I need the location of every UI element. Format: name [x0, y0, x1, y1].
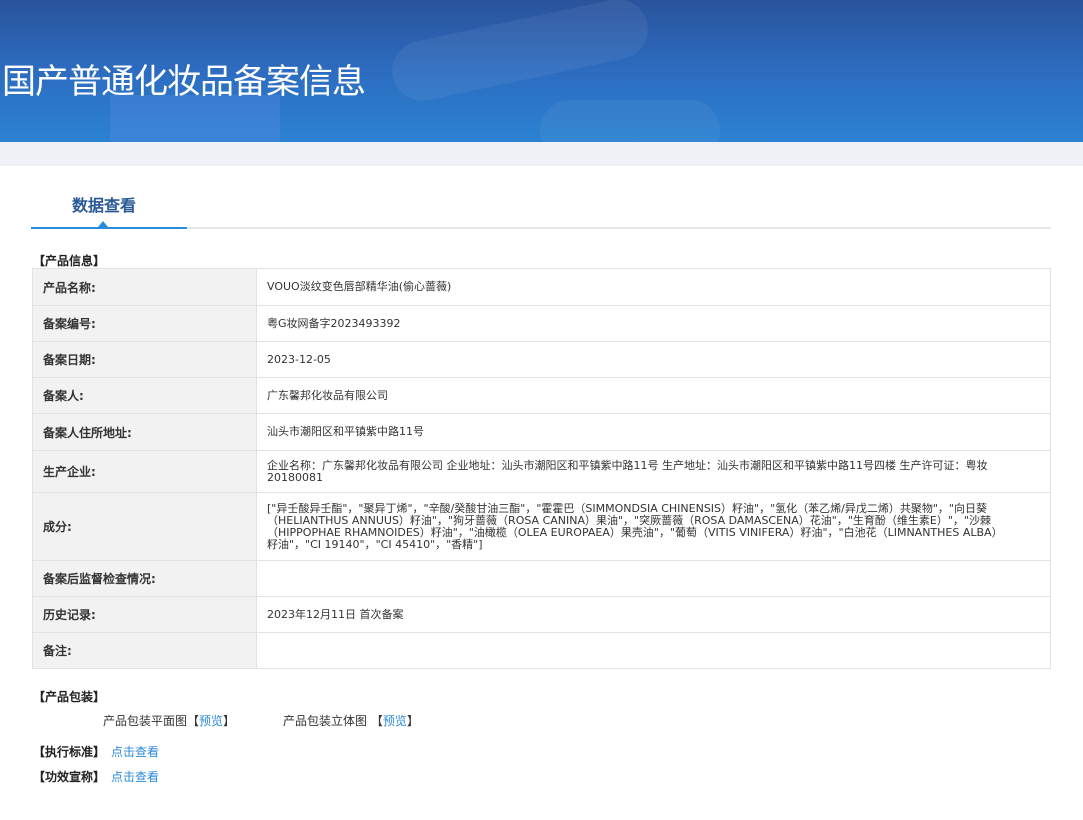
row-value: 汕头市潮阳区和平镇紫中路11号 [256, 413, 1051, 451]
row-value: VOUO淡纹变色唇部精华油(偷心蔷薇) [256, 268, 1051, 306]
row-label: 历史记录: [32, 596, 257, 633]
packaging-flat-label: 产品包装平面图 [103, 714, 188, 728]
product-info-table: 产品名称: VOUO淡纹变色唇部精华油(偷心蔷薇) 备案编号: 粤G妆网备字20234… [32, 268, 1051, 669]
table-row: 生产企业: 企业名称：广东馨邦化妆品有限公司 企业地址：汕头市潮阳区和平镇紫中路1… [32, 450, 1051, 493]
banner-decoration [386, 0, 654, 107]
page-title: 国产普通化妆品备案信息 [2, 62, 366, 102]
active-tab-indicator [31, 227, 187, 229]
row-value: 2023年12月11日 首次备案 [256, 596, 1051, 633]
efficacy-heading: 【功效宣称】 [33, 770, 106, 784]
bracket: 】 [223, 714, 236, 728]
bracket: 【 [187, 714, 200, 728]
standard-view-link[interactable]: 点击查看 [111, 743, 159, 760]
packaging-solid-label: 产品包装立体图 [283, 714, 368, 728]
row-label: 生产企业: [32, 450, 257, 493]
bracket: 【 [370, 714, 383, 728]
row-value: 企业名称：广东馨邦化妆品有限公司 企业地址：汕头市潮阳区和平镇紫中路11号 生产… [256, 450, 1051, 493]
table-row: 备案人住所地址: 汕头市潮阳区和平镇紫中路11号 [32, 413, 1051, 451]
row-value [256, 632, 1051, 669]
header-banner: 国产普通化妆品备案信息 [0, 0, 1083, 142]
banner-decoration [540, 100, 720, 142]
preview-flat-link[interactable]: 预览 [199, 714, 223, 728]
row-value: ["异壬酸异壬酯"，"聚异丁烯"，"辛酸/癸酸甘油三酯"，"霍霍巴（SIMMON… [256, 492, 1051, 561]
table-row: 备案编号: 粤G妆网备字2023493392 [32, 305, 1051, 342]
row-value [256, 560, 1051, 597]
standard-heading: 【执行标准】 [33, 745, 106, 759]
table-row: 备案后监督检查情况: [32, 560, 1051, 597]
row-label: 备注: [32, 632, 257, 669]
row-label: 备案人: [32, 377, 257, 414]
packaging-heading: 【产品包装】 [33, 690, 106, 704]
separator-band [0, 142, 1083, 166]
table-row: 备注: [32, 632, 1051, 669]
table-row: 产品名称: VOUO淡纹变色唇部精华油(偷心蔷薇) [32, 268, 1051, 306]
preview-solid-link[interactable]: 预览 [383, 714, 407, 728]
table-row: 备案日期: 2023-12-05 [32, 341, 1051, 378]
efficacy-view-link[interactable]: 点击查看 [111, 768, 159, 785]
product-info-heading: 【产品信息】 [33, 254, 106, 268]
row-label: 备案日期: [32, 341, 257, 378]
packaging-solid: 产品包装立体图 【预览】 [283, 712, 419, 729]
tab-underline [31, 221, 1051, 229]
table-row: 成分: ["异壬酸异壬酯"，"聚异丁烯"，"辛酸/癸酸甘油三酯"，"霍霍巴（SIM… [32, 492, 1051, 561]
bracket: 】 [406, 714, 419, 728]
row-label: 产品名称: [32, 268, 257, 306]
row-label: 备案编号: [32, 305, 257, 342]
row-value: 2023-12-05 [256, 341, 1051, 378]
row-label: 成分: [32, 492, 257, 561]
tab-data-view[interactable]: 数据查看 [72, 192, 136, 216]
packaging-flat: 产品包装平面图【预览】 [103, 712, 235, 729]
row-value: 粤G妆网备字2023493392 [256, 305, 1051, 342]
row-label: 备案人住所地址: [32, 413, 257, 451]
row-label: 备案后监督检查情况: [32, 560, 257, 597]
row-value: 广东馨邦化妆品有限公司 [256, 377, 1051, 414]
table-row: 备案人: 广东馨邦化妆品有限公司 [32, 377, 1051, 414]
tab-pointer-icon [98, 221, 108, 227]
table-row: 历史记录: 2023年12月11日 首次备案 [32, 596, 1051, 633]
